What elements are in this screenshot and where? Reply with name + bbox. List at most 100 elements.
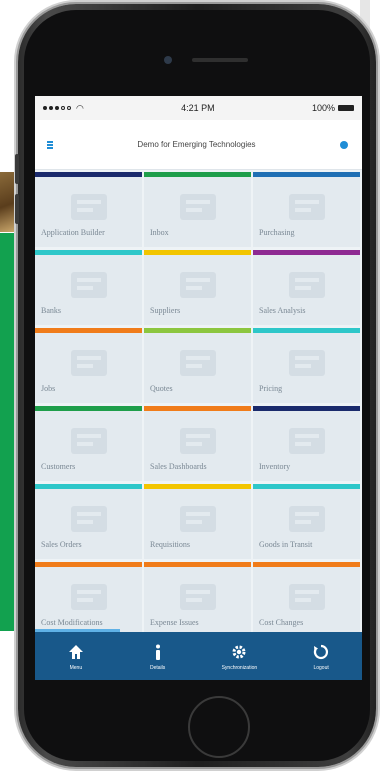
tile-color-bar	[144, 328, 251, 333]
tile-pricing[interactable]: Pricing	[253, 328, 360, 403]
tile-cost-changes[interactable]: Cost Changes	[253, 562, 360, 637]
tile-customers[interactable]: Customers	[35, 406, 142, 481]
money-icon	[67, 424, 111, 458]
home-button[interactable]	[188, 696, 250, 758]
tab-synchronization[interactable]: Synchronization	[204, 642, 274, 671]
tile-color-bar	[35, 484, 142, 489]
tile-sales-analysis[interactable]: Sales Analysis	[253, 250, 360, 325]
checklist-icon	[176, 580, 220, 614]
shopping-bag-icon	[67, 502, 111, 536]
tile-expense-issues[interactable]: Expense Issues	[144, 562, 251, 637]
tile-color-bar	[35, 250, 142, 255]
tile-label: Pricing	[259, 384, 283, 393]
document-icon	[176, 346, 220, 380]
tile-color-bar	[253, 328, 360, 333]
info-icon	[148, 642, 168, 662]
logout-icon	[311, 642, 331, 662]
gear-icon	[229, 642, 249, 662]
settings-icon[interactable]	[339, 140, 348, 149]
volume-down-button	[15, 194, 19, 224]
tile-color-bar	[144, 406, 251, 411]
tab-label: Details	[149, 664, 166, 671]
tile-label: Application Builder	[41, 228, 105, 237]
tile-label: Cost Modifications	[41, 618, 103, 627]
tab-logout[interactable]: Logout	[286, 642, 356, 671]
tab-details[interactable]: Details	[123, 642, 193, 671]
tile-label: Sales Dashboards	[150, 462, 207, 471]
tile-inventory[interactable]: Inventory	[253, 406, 360, 481]
page-title: Demo for Emerging Technologies	[137, 140, 256, 149]
tile-label: Expense Issues	[150, 618, 199, 627]
user-icon	[67, 190, 111, 224]
tile-color-bar	[253, 250, 360, 255]
tile-label: Purchasing	[259, 228, 295, 237]
tile-cost-modifications[interactable]: Cost Modifications	[35, 562, 142, 637]
tile-label: Cost Changes	[259, 618, 304, 627]
module-grid: Application Builder Inbox Purchasing Banks S…	[35, 170, 362, 637]
tab-label: Synchronization	[221, 664, 258, 671]
background-photo	[0, 172, 14, 232]
tile-label: Requisitions	[150, 540, 191, 549]
bottom-tab-bar: Menu Details Synchronization Logout	[35, 632, 362, 680]
trend-chart-icon	[285, 268, 329, 302]
tile-goods-in-transit[interactable]: Goods in Transit	[253, 484, 360, 559]
tile-label: Sales Analysis	[259, 306, 306, 315]
wifi-icon: ◠	[76, 102, 84, 113]
battery-percent: 100%	[311, 103, 335, 113]
volume-up-button	[15, 154, 19, 184]
battery-indicator: 100%	[312, 103, 354, 113]
battery-icon	[337, 105, 354, 111]
tile-color-bar	[35, 328, 142, 333]
boxes-icon	[176, 268, 220, 302]
earpiece-speaker	[192, 58, 248, 62]
tile-application-builder[interactable]: Application Builder	[35, 172, 142, 247]
tile-quotes[interactable]: Quotes	[144, 328, 251, 403]
tile-sales-dashboards[interactable]: Sales Dashboards	[144, 406, 251, 481]
tile-color-bar	[144, 172, 251, 177]
tab-label: Logout	[313, 664, 329, 671]
tile-color-bar	[35, 172, 142, 177]
background-green-panel	[0, 233, 16, 631]
status-bar: ◠ 4:21 PM 100%	[35, 96, 362, 120]
price-tag-icon	[285, 346, 329, 380]
tile-requisitions[interactable]: Requisitions	[144, 484, 251, 559]
tile-label: Jobs	[41, 384, 56, 393]
bank-icon	[67, 268, 111, 302]
tile-banks[interactable]: Banks	[35, 250, 142, 325]
tab-menu[interactable]: Menu	[41, 642, 111, 671]
inbox-icon	[176, 190, 220, 224]
tile-label: Inbox	[150, 228, 169, 237]
hamburger-menu-icon[interactable]	[47, 140, 53, 149]
signal-strength: ◠	[43, 103, 84, 114]
tab-label: Menu	[69, 664, 83, 671]
tile-color-bar	[144, 250, 251, 255]
home-icon	[66, 642, 86, 662]
tile-color-bar	[144, 484, 251, 489]
tile-label: Quotes	[150, 384, 173, 393]
tile-purchasing[interactable]: Purchasing	[253, 172, 360, 247]
register-icon	[67, 580, 111, 614]
tile-color-bar	[253, 406, 360, 411]
calculator-icon	[176, 424, 220, 458]
tile-label: Banks	[41, 306, 61, 315]
front-camera	[164, 56, 172, 64]
tile-color-bar	[144, 562, 251, 567]
tile-label: Sales Orders	[41, 540, 82, 549]
status-time: 4:21 PM	[181, 103, 215, 113]
tile-label: Inventory	[259, 462, 291, 471]
browser-window-icon	[285, 190, 329, 224]
package-icon	[176, 502, 220, 536]
box-icon	[285, 424, 329, 458]
app-screen: ◠ 4:21 PM 100% Demo for Emerging Technol…	[35, 96, 362, 680]
truck-icon	[285, 502, 329, 536]
tile-jobs[interactable]: Jobs	[35, 328, 142, 403]
tile-inbox[interactable]: Inbox	[144, 172, 251, 247]
tile-label: Suppliers	[150, 306, 181, 315]
app-header: Demo for Emerging Technologies	[35, 120, 362, 170]
cash-icon	[285, 580, 329, 614]
tile-label: Goods in Transit	[259, 540, 313, 549]
tile-color-bar	[35, 406, 142, 411]
tile-suppliers[interactable]: Suppliers	[144, 250, 251, 325]
calendar-icon	[67, 346, 111, 380]
tile-sales-orders[interactable]: Sales Orders	[35, 484, 142, 559]
